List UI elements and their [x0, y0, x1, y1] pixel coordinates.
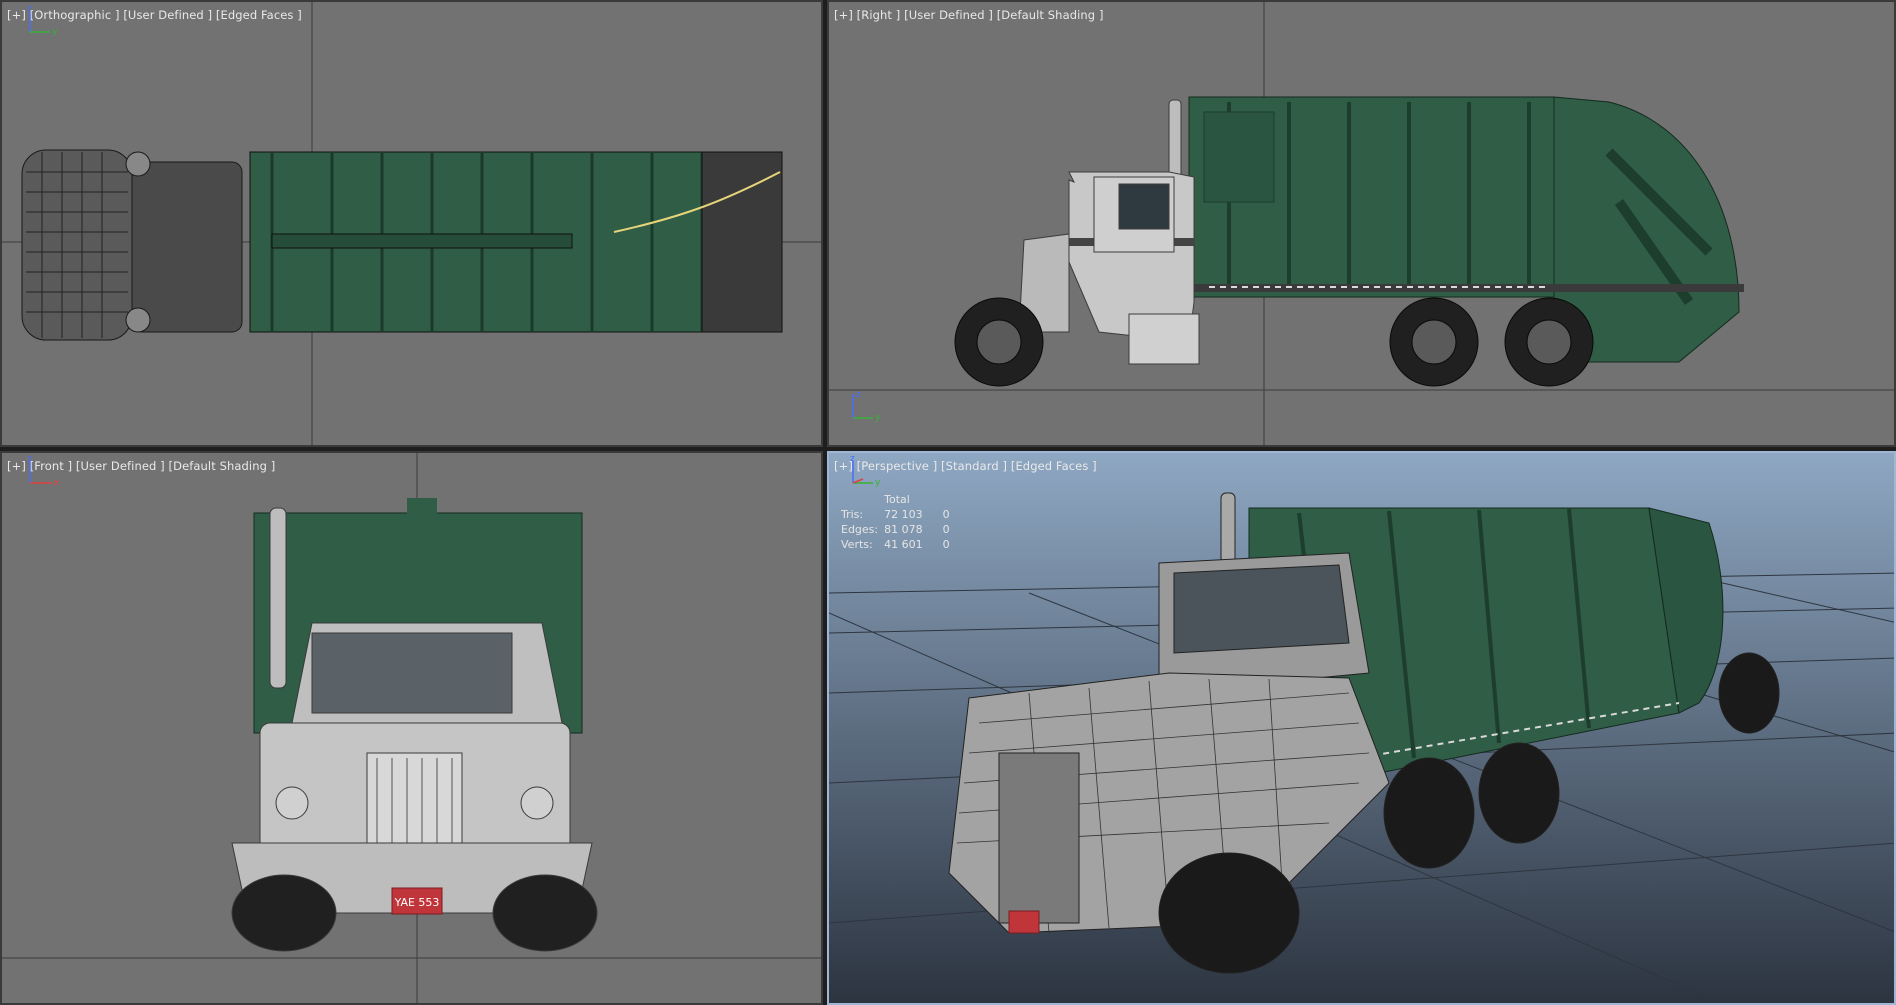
truck-body-top-view	[249, 151, 783, 333]
stats-row: Verts: 41 601 0	[841, 538, 956, 553]
stats-total: 81 078	[884, 523, 923, 536]
stats-label: Tris:	[841, 508, 864, 521]
perspective-scene	[829, 492, 1894, 1003]
stats-total: 41 601	[884, 538, 923, 551]
axis-tripod-icon: z x	[27, 454, 60, 487]
axis-tripod-icon: z y	[27, 4, 58, 36]
stats-label: Verts:	[841, 538, 873, 551]
svg-text:y: y	[875, 478, 881, 487]
statistics-overlay: Total Tris: 72 103 0 Edges: 81 078 0 Ver…	[841, 493, 956, 553]
stats-row: Edges: 81 078 0	[841, 523, 956, 538]
stats-label: Edges:	[841, 523, 879, 536]
stats-header-total: Total	[884, 493, 910, 506]
axis-tripod-icon: z y	[852, 390, 881, 422]
stats-selected: 0	[942, 508, 950, 521]
front-scene: YAE 553	[2, 453, 821, 1003]
svg-text:x: x	[54, 478, 60, 487]
stats-total: 72 103	[884, 508, 923, 521]
svg-text:z: z	[27, 4, 32, 14]
svg-text:z: z	[27, 454, 32, 464]
truck-cab-top-view	[21, 149, 243, 341]
right-scene	[829, 2, 1894, 445]
viewport-perspective[interactable]: [+] [Perspective ] [Standard ] [Edged Fa…	[827, 451, 1896, 1005]
viewport-label-right[interactable]: [+] [Right ] [User Defined ] [Default Sh…	[834, 8, 1104, 22]
svg-text:y: y	[52, 27, 58, 36]
axis-tripod-icon: z y	[850, 454, 881, 487]
stats-selected: 0	[942, 523, 950, 536]
viewport-orthographic[interactable]: [+] [Orthographic ] [User Defined ] [Edg…	[0, 0, 823, 447]
svg-text:z: z	[856, 390, 861, 400]
license-plate: YAE 553	[394, 896, 440, 909]
viewport-front[interactable]: YAE 553 [+] [Front ] [User Defined ] [De…	[0, 451, 823, 1005]
stats-row: Tris: 72 103 0	[841, 508, 956, 523]
stats-selected: 0	[942, 538, 950, 551]
viewport-right[interactable]: [+] [Right ] [User Defined ] [Default Sh…	[827, 0, 1896, 447]
orthographic-scene	[2, 2, 821, 445]
svg-text:z: z	[850, 454, 855, 464]
truck-cab-side-view	[1018, 99, 1200, 365]
svg-text:y: y	[875, 413, 881, 422]
